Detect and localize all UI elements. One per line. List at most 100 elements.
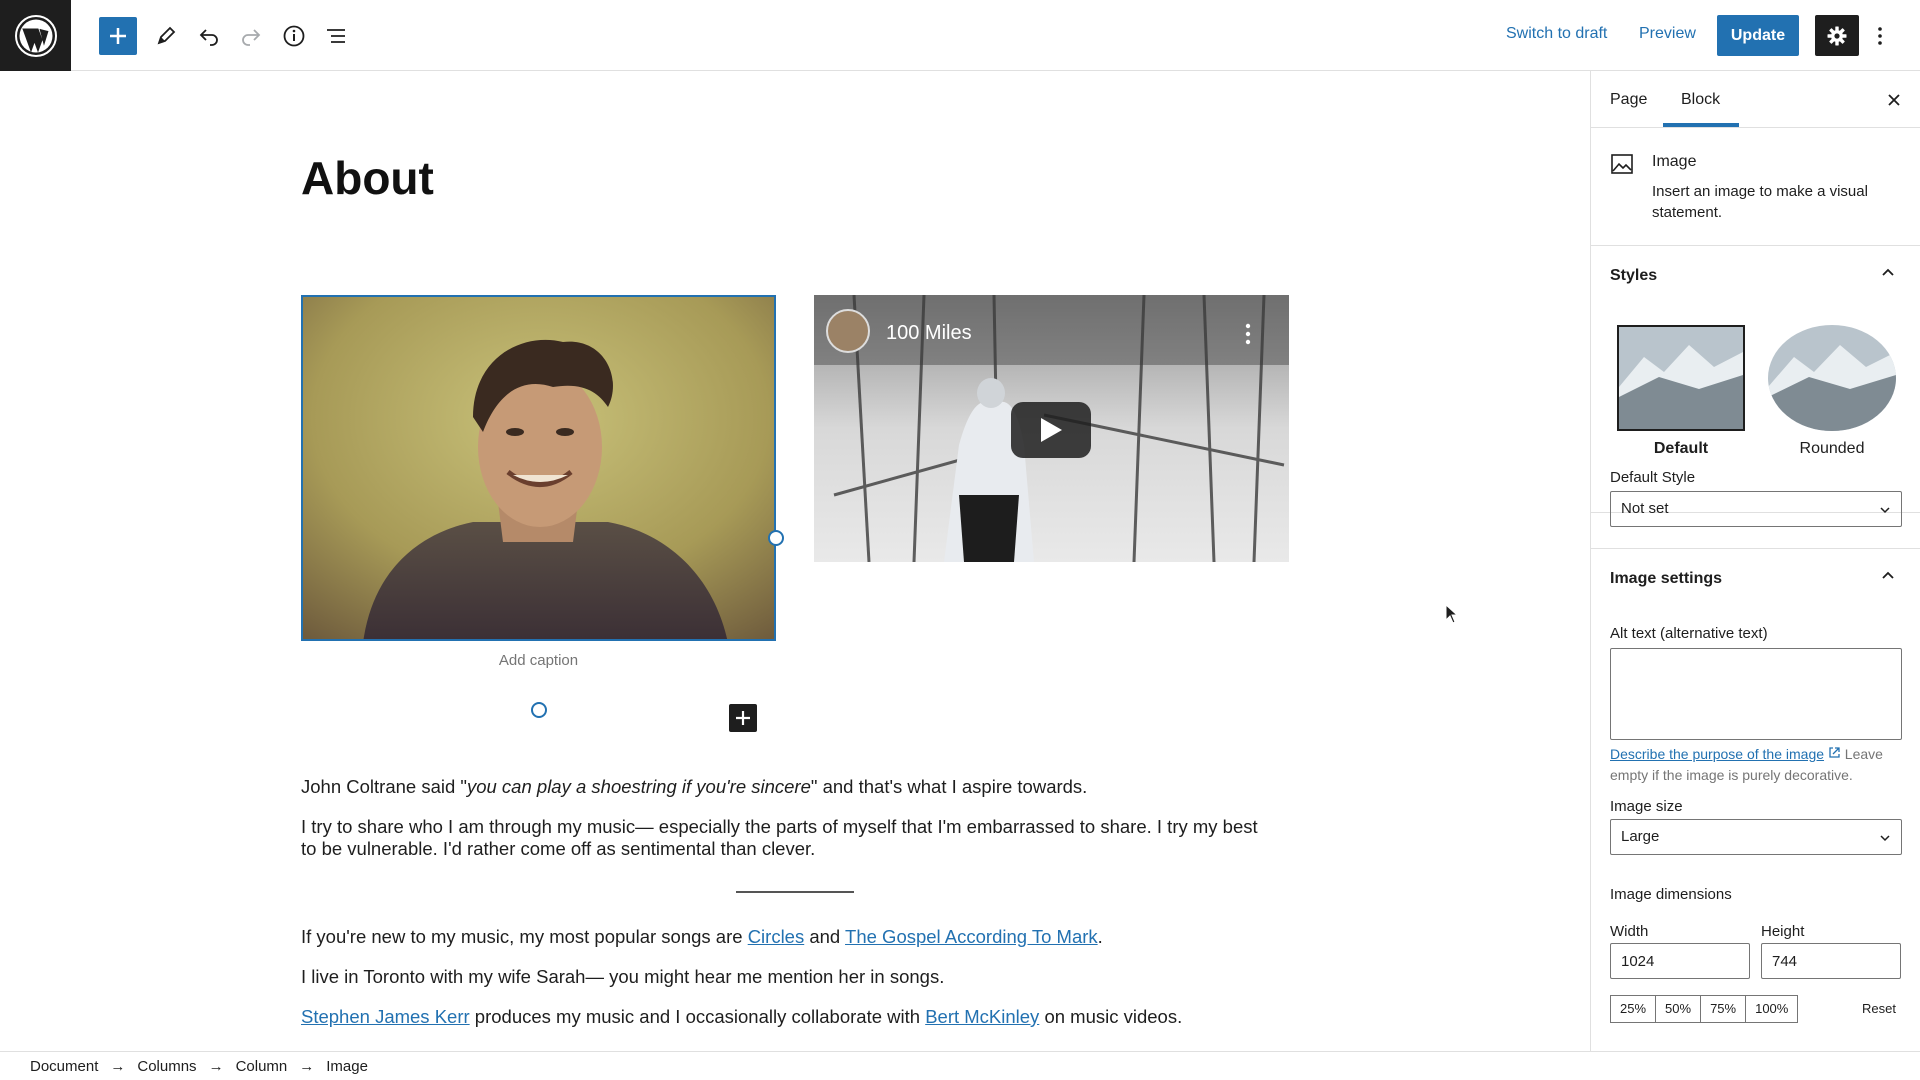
resize-handle-right[interactable] (768, 530, 784, 546)
video-more-icon[interactable] (1245, 323, 1251, 350)
editor-canvas[interactable]: About Add caption 100 Miles John Coltran… (0, 71, 1590, 1051)
reset-dimensions-button[interactable]: Reset (1862, 1001, 1896, 1016)
default-style-select[interactable]: Not set (1610, 491, 1902, 527)
style-label-default: Default (1653, 440, 1709, 457)
image-icon (1611, 154, 1633, 174)
style-preview-default (1617, 325, 1745, 431)
redo-icon (242, 29, 261, 46)
arrow-right-icon: → (208, 1057, 224, 1075)
block-card-title: Image (1652, 153, 1697, 170)
link-gospel[interactable]: The Gospel According To Mark (845, 926, 1098, 947)
paragraph-block[interactable]: I live in Toronto with my wife Sarah— yo… (301, 966, 1271, 988)
tools-button[interactable] (147, 17, 185, 55)
close-sidebar-button[interactable] (1881, 87, 1907, 113)
info-icon (283, 25, 305, 47)
arrow-right-icon: → (110, 1057, 126, 1075)
height-label: Height (1761, 923, 1805, 940)
image-settings-toggle[interactable]: Image settings (1591, 549, 1920, 607)
settings-button[interactable] (1815, 15, 1859, 56)
default-style-value: Not set (1621, 500, 1669, 517)
image-dimensions-label: Image dimensions (1610, 886, 1732, 903)
sidebar-tabs: Page Block (1591, 71, 1920, 128)
alt-text-label: Alt text (alternative text) (1610, 625, 1768, 642)
portrait-image (303, 297, 774, 639)
image-caption-placeholder[interactable]: Add caption (301, 652, 776, 669)
play-button[interactable] (1011, 402, 1091, 458)
breadcrumb-image: Image (326, 1057, 368, 1075)
paragraph-block[interactable]: Stephen James Kerr produces my music and… (301, 1006, 1271, 1028)
width-input[interactable]: 1024 (1610, 943, 1750, 979)
mouse-cursor-icon (1445, 604, 1459, 624)
image-size-value: Large (1621, 828, 1660, 845)
percent-50-button[interactable]: 50% (1655, 995, 1702, 1023)
block-inserter-button[interactable] (99, 17, 137, 55)
separator-block[interactable] (736, 891, 854, 893)
link-stephen-james-kerr[interactable]: Stephen James Kerr (301, 1006, 470, 1027)
link-circles[interactable]: Circles (748, 926, 805, 947)
describe-purpose-link[interactable]: Describe the purpose of the image (1610, 746, 1824, 762)
close-icon (1888, 94, 1900, 106)
active-tab-indicator (1663, 123, 1739, 127)
image-settings-panel: Image settings Alt text (alternative tex… (1591, 548, 1920, 1051)
default-style-label: Default Style (1610, 469, 1696, 486)
paragraph-block[interactable]: John Coltrane said "you can play a shoes… (301, 776, 1271, 798)
undo-button[interactable] (190, 17, 228, 55)
paragraph-block[interactable]: I try to share who I am through my music… (301, 816, 1271, 860)
plus-icon (736, 711, 750, 725)
breadcrumb-column[interactable]: Column (236, 1058, 288, 1075)
link-bert-mckinley[interactable]: Bert McKinley (925, 1006, 1039, 1027)
resize-handle-bottom[interactable] (531, 702, 547, 718)
block-breadcrumb: Document → Columns → Column → Image (0, 1051, 1920, 1080)
chevron-up-icon (1882, 571, 1894, 579)
tab-block[interactable]: Block (1681, 91, 1720, 109)
image-settings-title: Image settings (1610, 570, 1723, 587)
details-button[interactable] (275, 17, 313, 55)
tab-page[interactable]: Page (1610, 91, 1647, 109)
style-label-rounded: Rounded (1799, 440, 1865, 457)
editor-header: Switch to draft Preview Update (0, 0, 1920, 71)
breadcrumb-columns[interactable]: Columns (137, 1058, 196, 1075)
list-view-icon (327, 29, 345, 43)
video-title[interactable]: 100 Miles (886, 322, 972, 345)
update-button[interactable]: Update (1717, 15, 1799, 56)
percent-75-button[interactable]: 75% (1700, 995, 1747, 1023)
arrow-right-icon: → (299, 1057, 315, 1075)
settings-sidebar: Page Block Image Insert an image to make… (1590, 71, 1920, 1051)
style-option-default[interactable]: Default (1617, 325, 1745, 458)
undo-icon (199, 29, 218, 46)
styles-panel-title: Styles (1610, 267, 1658, 284)
list-view-button[interactable] (317, 17, 355, 55)
image-block[interactable] (301, 295, 776, 641)
switch-to-draft-button[interactable]: Switch to draft (1506, 25, 1607, 43)
percent-button-group: 25% 50% 75% 100% (1610, 995, 1799, 1023)
pencil-icon (157, 26, 176, 45)
image-size-label: Image size (1610, 798, 1683, 815)
breadcrumb-document[interactable]: Document (30, 1058, 98, 1075)
alt-text-field[interactable] (1610, 648, 1902, 740)
wordpress-logo-icon[interactable] (0, 0, 71, 71)
preview-button[interactable]: Preview (1639, 25, 1696, 43)
percent-100-button[interactable]: 100% (1745, 995, 1799, 1023)
image-size-select[interactable]: Large (1610, 819, 1902, 855)
paragraph-block[interactable]: If you're new to my music, my most popul… (301, 926, 1271, 948)
chevron-down-icon (1880, 835, 1890, 842)
more-vertical-icon (1878, 27, 1882, 45)
style-preview-rounded (1768, 325, 1896, 431)
width-label: Width (1610, 923, 1649, 940)
chevron-up-icon (1882, 268, 1894, 276)
styles-panel-toggle[interactable]: Styles (1591, 246, 1920, 304)
block-card: Image Insert an image to make a visual s… (1591, 128, 1920, 246)
page-title[interactable]: About (301, 151, 434, 205)
gear-icon (1827, 26, 1847, 45)
quote-text: you can play a shoestring if you're sinc… (466, 776, 811, 797)
percent-25-button[interactable]: 25% (1610, 995, 1657, 1023)
channel-avatar[interactable] (826, 309, 870, 353)
style-option-rounded[interactable]: Rounded (1768, 325, 1896, 458)
plus-icon (110, 28, 126, 44)
height-input[interactable]: 744 (1761, 943, 1901, 979)
redo-button[interactable] (232, 17, 270, 55)
video-embed-block[interactable]: 100 Miles (814, 295, 1289, 562)
play-icon (1041, 418, 1062, 442)
add-block-button[interactable] (729, 704, 757, 732)
options-menu-button[interactable] (1868, 17, 1892, 55)
